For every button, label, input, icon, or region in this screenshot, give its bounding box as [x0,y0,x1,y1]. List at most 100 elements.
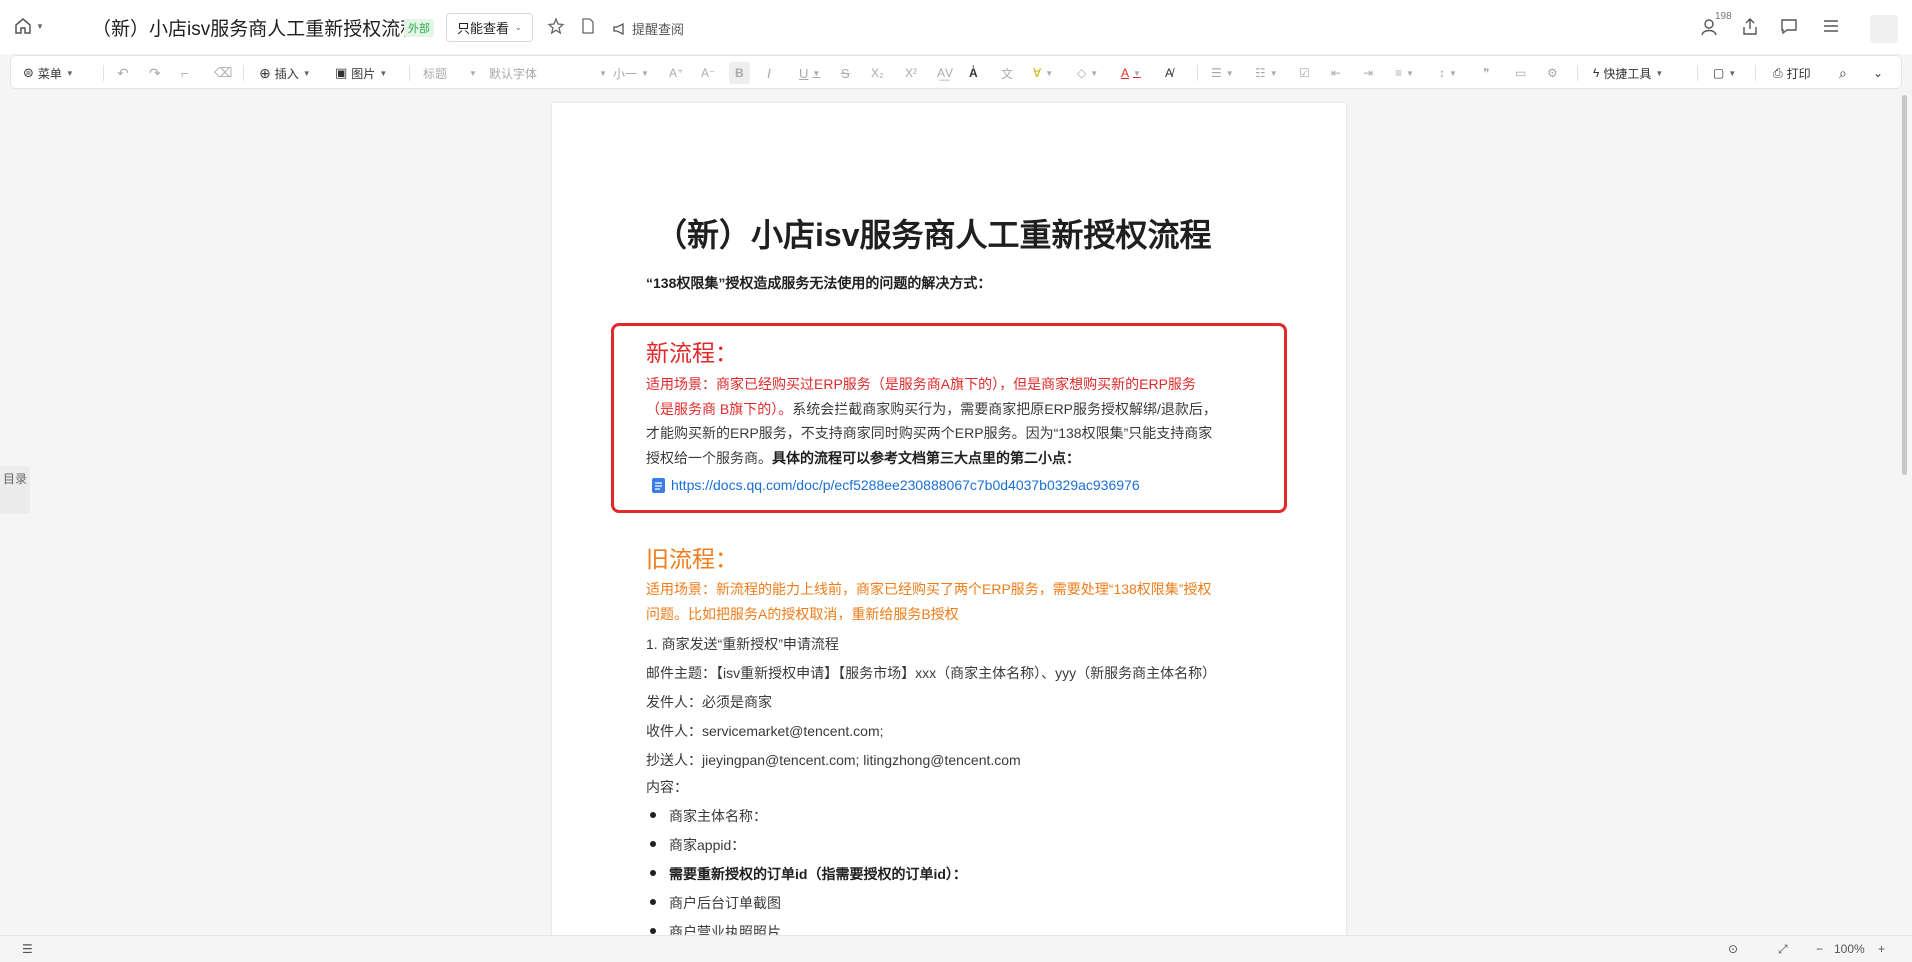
toc-toggle[interactable]: 目录 [0,466,30,514]
strikethrough-icon[interactable]: S [841,56,850,90]
list-item: 商家主体名称： [669,808,767,824]
image-button[interactable]: ▣ 图片 ▼ [335,56,387,90]
zoom-in-icon[interactable]: + [1878,942,1885,956]
bullet-dot [650,899,656,905]
mail-receiver: 收件人：servicemarket@tencent.com; [646,723,884,739]
outline-icon[interactable]: ☰ [22,942,33,956]
format-clear-icon[interactable]: A̸ [1165,56,1173,90]
new-flow-line1: 适用场景：商家已经购买过ERP服务（是服务商A旗下的），但是商家想购买新的ERP… [646,376,1196,392]
align-icon[interactable]: ≡ ▼ [1395,56,1414,90]
checklist-icon[interactable]: ☑ [1299,56,1310,90]
permission-label: 只能查看 [457,21,510,36]
old-flow-line1: 适用场景：新流程的能力上线前，商家已经购买了两个ERP服务，需要处理“138权限… [646,581,1212,597]
eraser-icon[interactable]: ⌫ [214,56,232,90]
font-color-icon[interactable]: A ▼ [1121,56,1141,90]
superscript-icon[interactable]: X² [905,56,917,90]
collaborators-icon[interactable] [1700,17,1722,42]
toolbar-divider [1755,65,1756,81]
remind-button[interactable]: 提醒查阅 [612,19,684,38]
toolbar-divider [1697,65,1698,81]
quick-tools-button[interactable]: ϟ 快捷工具 ▼ [1593,56,1663,90]
italic-icon[interactable]: I [767,56,771,90]
chevron-down-icon: ▼ [599,68,607,78]
outdent-icon[interactable]: ⇤ [1331,56,1341,90]
external-badge: 外部 [404,19,434,37]
numbered-list-icon[interactable]: ☷ ▼ [1255,56,1278,90]
document-heading: （新）小店isv服务商人工重新授权流程 [655,217,1212,253]
new-flow-line2-red: （是服务商 B旗下的）。 [646,401,793,417]
share-icon[interactable] [1741,17,1759,42]
collapse-toolbar-icon[interactable]: ⌄ [1873,56,1883,90]
divider-icon[interactable]: ▭ [1515,56,1526,90]
clear-format-icon[interactable]: 文 [1001,56,1013,90]
toolbar-divider [1197,65,1198,81]
subscript-icon[interactable]: X₂ [871,56,884,90]
play-icon[interactable]: ⊙ [1728,942,1738,956]
bold-icon[interactable]: B [729,62,750,84]
list-item: 需要重新授权的订单id（指需要授权的订单id）： [669,866,967,882]
document-info-icon[interactable] [580,17,596,40]
heading-select[interactable]: 标题 ▼ [423,56,477,90]
font-select[interactable]: 默认字体 ▼ [489,56,607,90]
print-label: 打印 [1786,66,1811,81]
list-item: 商户后台订单截图 [669,895,781,911]
new-flow-line3: 才能购买新的ERP服务，不支持商家同时购买两个ERP服务。因为“138权限集”只… [646,425,1213,441]
menu-label: 菜单 [37,66,62,81]
vertical-scrollbar[interactable] [1902,95,1907,475]
toolbar-divider [409,65,410,81]
bullet-dot [650,928,656,934]
new-flow-line4: 授权给一个服务商。具体的流程可以参考文档第三大点里的第二小点： [646,446,1246,471]
heading-label: 标题 [423,66,448,81]
format-painter-icon[interactable]: ⌐ [181,56,189,90]
format-toolbar: ⊜ 菜单 ▼ ↶ ↷ ⌐ ⌫ ⊕ 插入 ▼ ▣ 图片 ▼ 标题 ▼ 默认字体 ▼… [10,55,1902,89]
doc-link[interactable]: https://docs.qq.com/doc/p/ecf5288ee23088… [652,477,1140,493]
document-title[interactable]: （新）小店isv服务商人工重新授权流程 [92,14,419,41]
image-icon: ▣ [335,65,348,80]
undo-icon[interactable]: ↶ [117,56,129,90]
bg-color-icon[interactable]: ◇ ▼ [1077,56,1098,90]
menu-button[interactable]: ⊜ 菜单 ▼ [23,56,74,90]
font-label: 默认字体 [489,66,538,81]
text-effect-icon[interactable]: A̾ [969,56,978,90]
indent-icon[interactable]: ⇥ [1363,56,1373,90]
more-format-icon[interactable]: ⚙ [1547,56,1558,90]
search-icon[interactable]: ⌕ [1839,56,1847,90]
size-select[interactable]: 小一 ▼ [613,56,649,90]
toolbar-divider [243,65,244,81]
chevron-down-icon: ▼ [641,68,649,78]
font-decrease-icon[interactable]: A⁻ [701,56,715,90]
underline-icon[interactable]: U ▼ [799,56,820,90]
zoom-level[interactable]: 100% [1834,942,1865,956]
zoom-out-icon[interactable]: − [1816,942,1823,956]
title-bar: ▼ （新）小店isv服务商人工重新授权流程 外部 只能查看 ⌄ 提醒查阅 198 [0,0,1912,54]
permission-dropdown[interactable]: 只能查看 ⌄ [446,13,533,42]
comment-icon[interactable] [1780,17,1798,40]
menu-circle-icon: ⊜ [23,65,34,80]
fullscreen-icon[interactable]: ⤢ [1778,942,1788,957]
document-icon [652,477,665,493]
toolbar-divider [1577,65,1578,81]
redo-icon[interactable]: ↷ [149,56,161,90]
insert-button[interactable]: ⊕ 插入 ▼ [259,56,311,90]
text-style-icon[interactable]: A͟V [937,56,953,90]
avatar[interactable] [1870,15,1898,43]
device-icon[interactable]: ▢ ▼ [1713,56,1736,90]
highlight-icon[interactable]: ∀ ▼ [1033,56,1053,90]
menu-icon[interactable] [1822,17,1840,40]
chevron-down-icon: ▼ [36,21,44,31]
doc-link-url: https://docs.qq.com/doc/p/ecf5288ee23088… [671,477,1140,493]
status-bar: ☰ ⊙ ⤢ − 100% + [0,935,1912,962]
line-spacing-icon[interactable]: ↕ ▼ [1439,56,1457,90]
chevron-down-icon: ⌄ [515,23,522,32]
home-button[interactable]: ▼ [14,17,44,35]
bullet-list-icon[interactable]: ☰ ▼ [1211,56,1234,90]
new-flow-line4-plain: 授权给一个服务商。 [646,450,772,466]
print-button[interactable]: ⎙ 打印 [1773,56,1811,90]
chevron-down-icon: ▼ [379,68,388,78]
bullet-dot [650,812,656,818]
chevron-down-icon: ▼ [469,68,477,78]
star-icon[interactable] [547,17,565,40]
size-label: 小一 [613,66,638,81]
font-increase-icon[interactable]: A⁺ [669,56,683,90]
quote-icon[interactable]: ❞ [1483,56,1489,90]
